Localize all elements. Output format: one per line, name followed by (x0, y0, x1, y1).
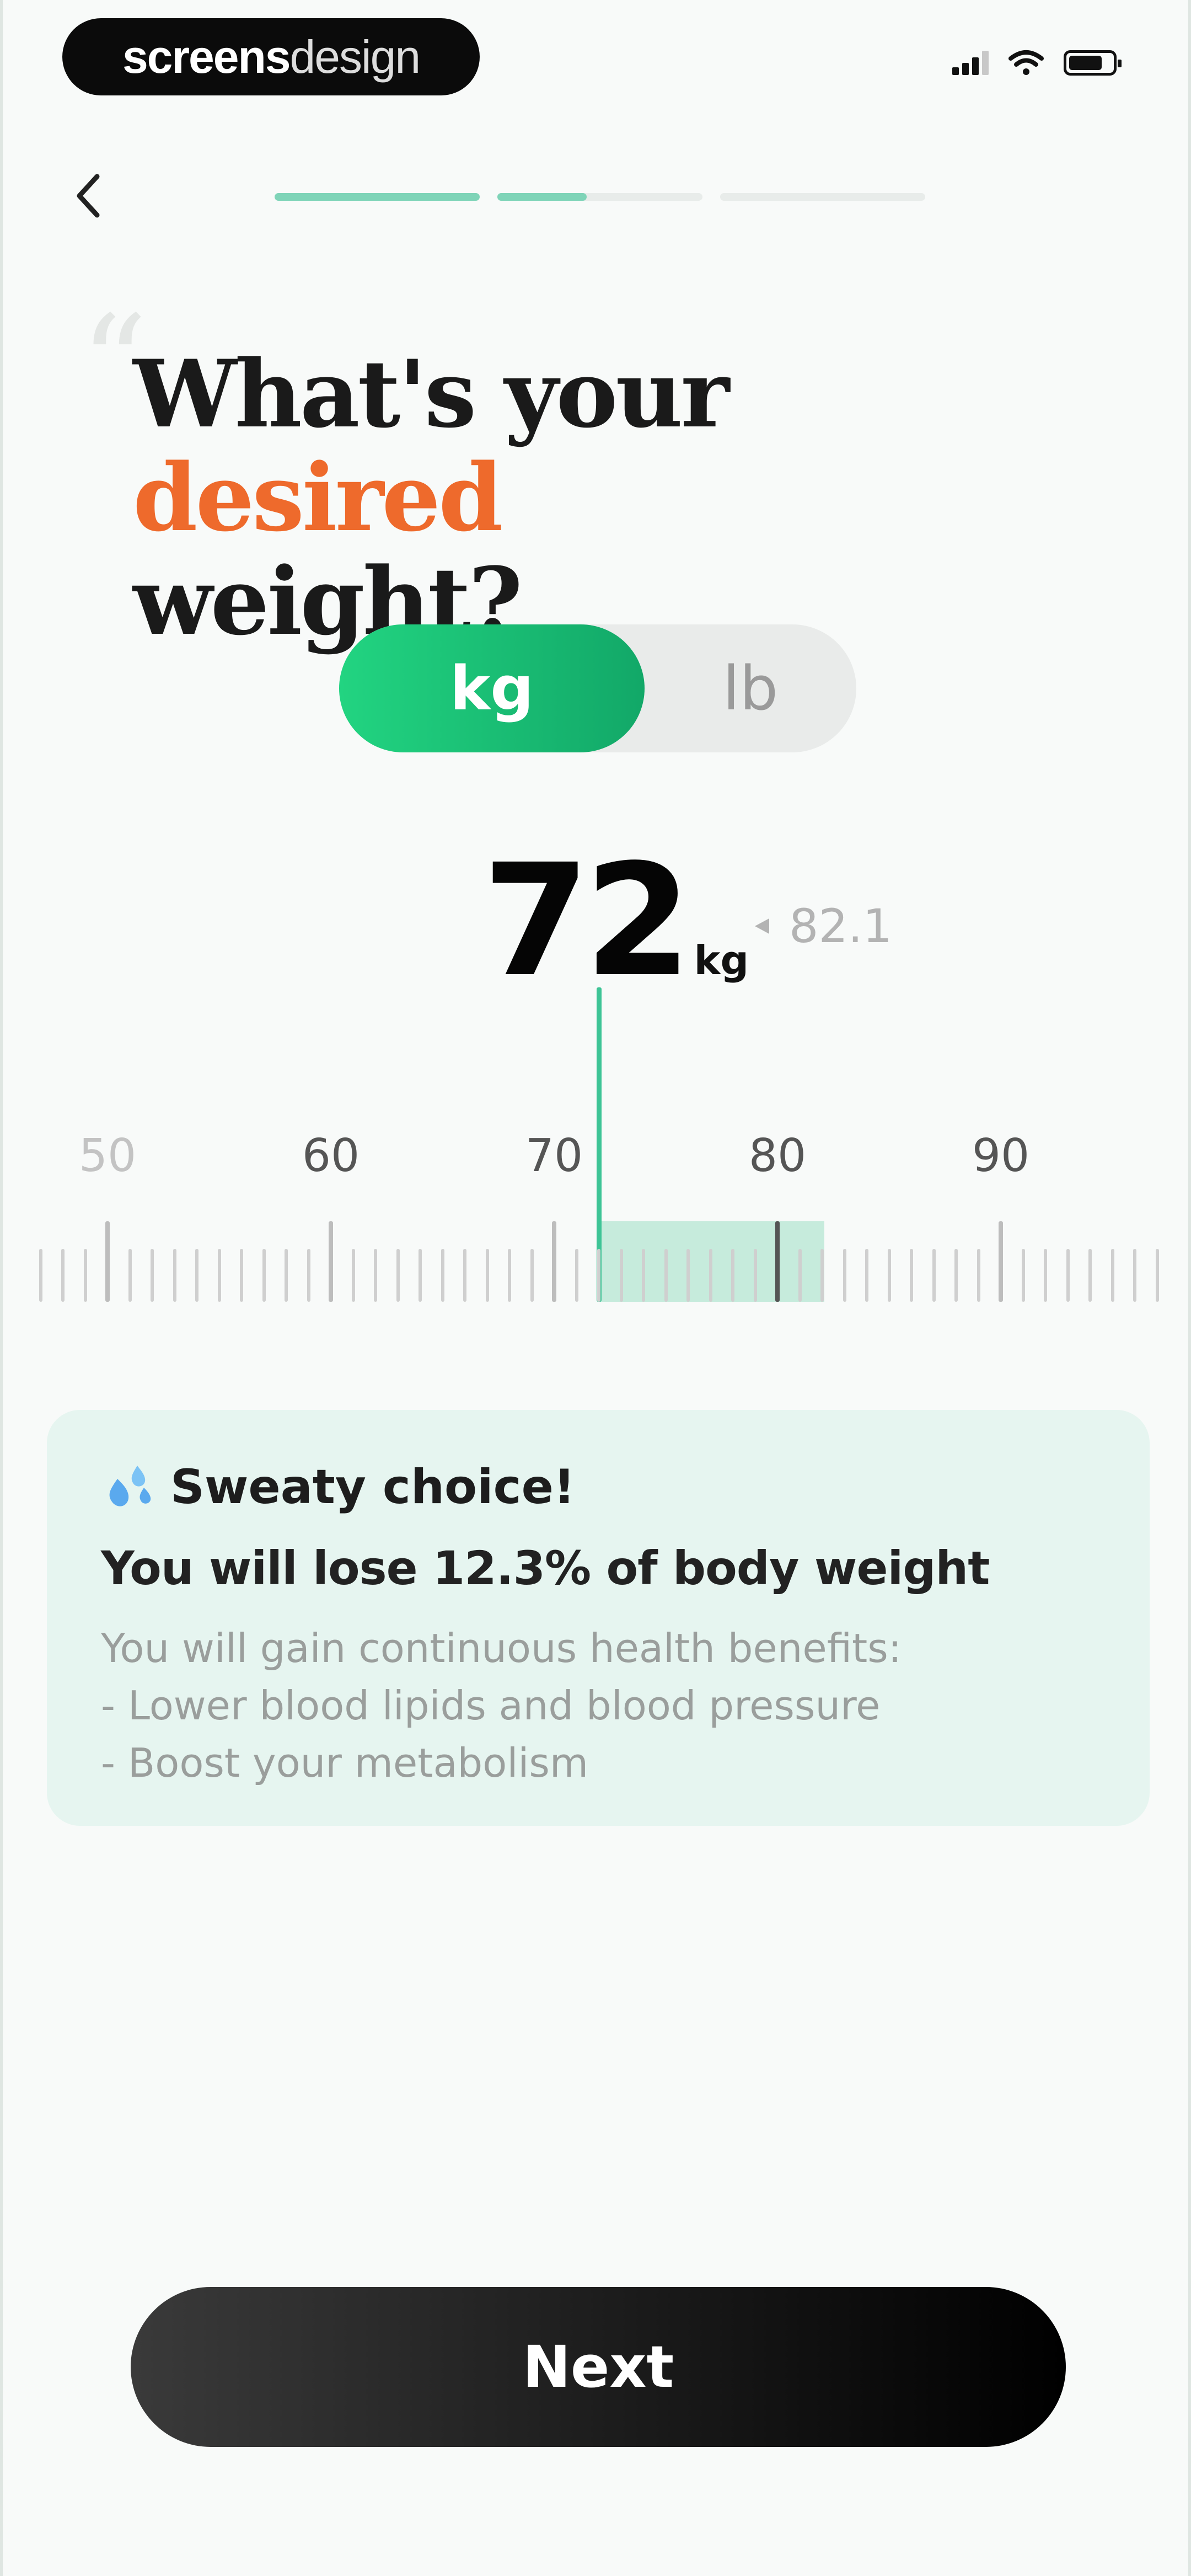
ruler-minor-tick (686, 1249, 690, 1302)
back-button[interactable] (63, 165, 113, 226)
ruler-minor-tick (1155, 1249, 1159, 1302)
ruler-minor-tick (441, 1249, 444, 1302)
ruler-label-90: 90 (972, 1130, 1030, 1182)
ruler-minor-tick (262, 1249, 266, 1302)
brand-text-bold: screens (122, 30, 291, 83)
ruler-minor-tick (463, 1249, 466, 1302)
ruler-minor-tick (798, 1249, 802, 1302)
current-weight-marker: 82.1 (752, 899, 892, 953)
weight-value: 72 (482, 831, 692, 1011)
weight-ruler-slider[interactable]: 50 60 70 80 90 (3, 987, 1191, 1318)
ruler-minor-tick (1044, 1249, 1047, 1302)
ruler-minor-tick (597, 1249, 600, 1302)
ruler-minor-tick (843, 1249, 846, 1302)
ruler-label-80: 80 (748, 1130, 807, 1182)
ruler-minor-tick (642, 1249, 645, 1302)
ruler-label-60: 60 (302, 1130, 360, 1182)
ruler-minor-tick (731, 1249, 734, 1302)
ruler-minor-tick (575, 1249, 578, 1302)
ruler-minor-tick (753, 1249, 757, 1302)
ruler-minor-tick (240, 1249, 243, 1302)
progress-segment-1 (275, 193, 480, 201)
unit-option-lb[interactable]: lb (645, 624, 856, 752)
card-title: Sweaty choice! (170, 1460, 576, 1515)
ruler-minor-tick (1088, 1249, 1092, 1302)
ruler-major-tick (329, 1221, 333, 1302)
ruler-minor-tick (932, 1249, 936, 1302)
title-text-1: What's your (133, 339, 729, 448)
ruler-minor-tick (530, 1249, 534, 1302)
onboarding-progress (275, 193, 925, 201)
battery-icon (1064, 50, 1122, 76)
card-body: You will gain continuous health benefits… (101, 1620, 1096, 1792)
card-body-line: - Lower blood lipids and blood pressure (101, 1682, 881, 1729)
ruler-minor-tick (195, 1249, 198, 1302)
ruler-minor-tick (619, 1249, 623, 1302)
weight-insight-card: Sweaty choice! You will lose 12.3% of bo… (47, 1410, 1150, 1826)
ruler-major-tick (999, 1221, 1003, 1302)
brand-text-light: design (289, 30, 421, 83)
ruler-minor-tick (61, 1249, 65, 1302)
card-subtitle: You will lose 12.3% of body weight (101, 1541, 990, 1595)
next-button[interactable]: Next (131, 2287, 1066, 2447)
ruler-minor-tick (39, 1249, 42, 1302)
weight-goal-screen: screens design “ What's your desired weig… (0, 0, 1191, 2576)
status-icons (952, 50, 1122, 76)
ruler-minor-tick (910, 1249, 913, 1302)
sweat-droplets-icon (109, 1466, 151, 1506)
ruler-minor-tick (419, 1249, 422, 1302)
ruler-minor-tick (865, 1249, 868, 1302)
current-weight-value: 82.1 (789, 899, 893, 953)
card-body-line: - Boost your metabolism (101, 1740, 588, 1786)
cellular-signal-icon (952, 51, 989, 75)
arrow-left-icon (755, 918, 769, 934)
ruler-minor-tick (151, 1249, 154, 1302)
ruler-major-tick (552, 1221, 556, 1302)
ruler-minor-tick (485, 1249, 489, 1302)
ruler-minor-tick (217, 1249, 221, 1302)
progress-segment-3 (720, 193, 925, 201)
ruler-minor-tick (1021, 1249, 1025, 1302)
chevron-left-icon (77, 174, 100, 218)
progress-segment-2-fill (497, 193, 587, 201)
ruler-minor-tick (285, 1249, 288, 1302)
ruler-minor-tick (128, 1249, 132, 1302)
ruler-minor-tick (887, 1249, 891, 1302)
card-body-line: You will gain continuous health benefits… (101, 1625, 902, 1671)
ruler-label-50: 50 (78, 1130, 137, 1182)
ruler-minor-tick (396, 1249, 400, 1302)
ruler-minor-tick (508, 1249, 511, 1302)
ruler-minor-tick (1066, 1249, 1070, 1302)
ruler-minor-tick (173, 1249, 176, 1302)
ruler-minor-tick (351, 1249, 355, 1302)
ruler-major-tick (775, 1221, 780, 1302)
ruler-label-70: 70 (525, 1130, 583, 1182)
ruler-minor-tick (709, 1249, 712, 1302)
page-title: What's your desired weight? (133, 342, 1125, 653)
unit-toggle: kg lb (339, 624, 856, 752)
ruler-minor-tick (820, 1249, 824, 1302)
selected-weight: 72 kg (482, 844, 749, 998)
ruler-minor-tick (977, 1249, 980, 1302)
ruler-minor-tick (374, 1249, 377, 1302)
wifi-icon (1008, 50, 1044, 75)
ruler-minor-tick (664, 1249, 668, 1302)
unit-option-kg[interactable]: kg (339, 624, 645, 752)
ruler-minor-tick (1133, 1249, 1136, 1302)
ruler-minor-tick (307, 1249, 310, 1302)
title-accent: desired (133, 443, 503, 552)
ruler-minor-tick (1110, 1249, 1114, 1302)
brand-watermark: screens design (62, 18, 480, 95)
ruler-major-tick (105, 1221, 110, 1302)
weight-unit: kg (694, 937, 749, 984)
ruler-minor-tick (954, 1249, 958, 1302)
ruler-minor-tick (83, 1249, 87, 1302)
